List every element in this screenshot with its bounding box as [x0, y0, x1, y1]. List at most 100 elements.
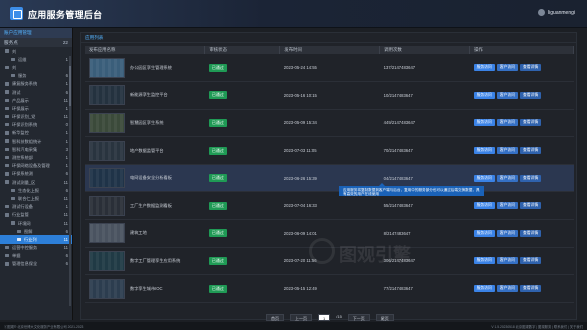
- view-details-button[interactable]: 查看详情: [519, 174, 542, 182]
- sidebar-item[interactable]: 管理信息保全 6: [0, 260, 72, 268]
- view-details-button[interactable]: 查看详情: [519, 147, 542, 155]
- current-page[interactable]: 1: [318, 314, 331, 321]
- view-details-button[interactable]: 查看详情: [519, 257, 542, 265]
- column-header[interactable]: 审核状态: [204, 46, 281, 54]
- sidebar-item[interactable]: 行业监管 11: [0, 211, 72, 219]
- sidebar-item[interactable]: 智科技数组统计 1: [0, 137, 72, 145]
- sidebar-item[interactable]: 刘: [0, 63, 72, 71]
- sidebar-item[interactable]: 服务 6: [0, 72, 72, 80]
- column-header[interactable]: 调用次数: [379, 46, 471, 54]
- column-header[interactable]: 发布时间: [279, 46, 381, 54]
- sidebar-item[interactable]: 行业列 11: [0, 235, 72, 244]
- app-name[interactable]: 智慧园区孪生系统: [130, 120, 164, 125]
- app-name[interactable]: 电网设备安全分析看板: [130, 175, 172, 180]
- table-row[interactable]: 办公园区孪生管理系统 已通过 2023-05-24 14:55 137/2147483…: [85, 54, 574, 82]
- table-row[interactable]: 电网设备安全分析看板 已通过 2023-06-26 15:39 04/21474836…: [85, 164, 574, 192]
- app-name[interactable]: 新能源孪生监控平台: [130, 93, 168, 98]
- sidebar-item[interactable]: 智科汽电采集 3: [0, 145, 72, 153]
- table-row[interactable]: 智慧园区孪生系统 已通过 2023-05-09 15:34 449/214748364…: [85, 109, 574, 137]
- service-access-button[interactable]: 服务访问: [473, 174, 495, 182]
- prev-page-button[interactable]: 上一页: [290, 314, 312, 321]
- app-thumbnail[interactable]: [89, 278, 125, 299]
- app-title: 应用服务管理后台: [28, 10, 103, 20]
- sidebar-item-count: 11: [63, 97, 68, 103]
- service-access-button[interactable]: 服务访问: [473, 91, 495, 99]
- sidebar-item[interactable]: 单据 6: [0, 252, 72, 260]
- first-page-button[interactable]: 首页: [266, 314, 284, 321]
- sidebar-item[interactable]: 环境网 11: [0, 219, 72, 227]
- table-row[interactable]: 数字孪生城市IOC 已通过 2023-05-15 12:49 77/214748364…: [85, 275, 574, 303]
- service-access-button[interactable]: 服务访问: [473, 147, 495, 155]
- client-access-button[interactable]: 客户访问: [496, 119, 518, 127]
- app-thumbnail[interactable]: [89, 195, 125, 216]
- app-thumbnail[interactable]: [89, 250, 125, 271]
- table-row[interactable]: 地产数据监管平台 已通过 2023-07-03 11:05 70/2147483647…: [85, 137, 574, 165]
- app-name[interactable]: 办公园区孪生管理系统: [130, 65, 172, 70]
- service-access-button[interactable]: 服务访问: [473, 285, 495, 293]
- sidebar-item[interactable]: 测试行设备 1: [0, 203, 72, 211]
- client-access-button[interactable]: 客户访问: [496, 285, 518, 293]
- client-access-button[interactable]: 客户访问: [496, 229, 518, 237]
- view-details-button[interactable]: 查看详情: [519, 229, 542, 237]
- sidebar-scrollbar[interactable]: [69, 56, 71, 306]
- app-name[interactable]: 数字孪生城市IOC: [130, 286, 163, 291]
- view-details-button[interactable]: 查看详情: [519, 202, 542, 210]
- app-thumbnail[interactable]: [89, 140, 125, 161]
- client-access-button[interactable]: 客户访问: [496, 64, 518, 72]
- service-access-button[interactable]: 服务访问: [473, 229, 495, 237]
- sidebar-item[interactable]: 测控系统部 1: [0, 153, 72, 161]
- app-thumbnail[interactable]: [89, 223, 125, 244]
- app-thumbnail[interactable]: [89, 85, 125, 106]
- app-name[interactable]: 数字工厂管理孪生应用系统: [130, 258, 180, 263]
- table-row[interactable]: 新能源孪生监控平台 已通过 2023-05-16 10:15 10/214748364…: [85, 82, 574, 110]
- sidebar-item[interactable]: 测试测量_区 11: [0, 178, 72, 186]
- client-access-button[interactable]: 客户访问: [496, 257, 518, 265]
- sidebar-item-count: 6: [65, 228, 68, 234]
- sidebar-item[interactable]: 联合仁上报 11: [0, 194, 72, 202]
- view-details-button[interactable]: 查看详情: [519, 119, 542, 127]
- app-name[interactable]: 工厂生产数据监测看板: [130, 203, 172, 208]
- sidebar-item[interactable]: 刘: [0, 47, 72, 55]
- app-thumbnail[interactable]: [89, 57, 125, 78]
- client-access-button[interactable]: 客户访问: [496, 174, 518, 182]
- table-row[interactable]: 工厂生产数据监测看板 已通过 2023-07-04 16:33 55/21474836…: [85, 192, 574, 220]
- service-access-button[interactable]: 服务访问: [473, 257, 495, 265]
- client-access-button[interactable]: 客户访问: [496, 147, 518, 155]
- sidebar-item[interactable]: 生态化上报 6: [0, 186, 72, 194]
- sidebar-item[interactable]: 测试 6: [0, 88, 72, 96]
- sidebar-item[interactable]: 新华监控 1: [0, 129, 72, 137]
- sidebar-item[interactable]: 运营中控服务 11: [0, 244, 72, 252]
- app-thumbnail[interactable]: [89, 112, 125, 133]
- sidebar-item-count: 11: [63, 195, 68, 201]
- client-access-button[interactable]: 客户访问: [496, 91, 518, 99]
- view-details-button[interactable]: 查看详情: [519, 285, 542, 293]
- column-header[interactable]: 操作: [469, 46, 574, 54]
- sidebar-item-count: 6: [65, 73, 68, 79]
- sidebar-item[interactable]: 环保网络设备及管理 1: [0, 162, 72, 170]
- app-name[interactable]: 地产数据监管平台: [130, 148, 164, 153]
- user-menu[interactable]: liguanmengi: [538, 9, 575, 16]
- service-access-button[interactable]: 服务访问: [473, 64, 495, 72]
- sidebar-item[interactable]: 环保展示 1: [0, 104, 72, 112]
- sidebar-item[interactable]: 环保识别系统 0: [0, 121, 72, 129]
- sidebar-item[interactable]: 环保识别_党 11: [0, 113, 72, 121]
- service-access-button[interactable]: 服务访问: [473, 119, 495, 127]
- sidebar-item[interactable]: 康复服务系统 1: [0, 80, 72, 88]
- view-details-button[interactable]: 查看详情: [519, 64, 542, 72]
- service-access-button[interactable]: 服务访问: [473, 202, 495, 210]
- last-page-button[interactable]: 尾页: [375, 314, 394, 321]
- folder-icon: [17, 229, 21, 233]
- sidebar-item[interactable]: 图解 6: [0, 227, 72, 235]
- sidebar-item[interactable]: 产品展示 11: [0, 96, 72, 104]
- sidebar-item-count: 11: [63, 114, 68, 120]
- app-name[interactable]: 建筑工地: [130, 230, 147, 235]
- view-details-button[interactable]: 查看详情: [519, 91, 542, 99]
- app-thumbnail[interactable]: [89, 168, 125, 189]
- sidebar-item[interactable]: 环保系统测 6: [0, 170, 72, 178]
- folder-icon: [11, 221, 15, 225]
- sidebar-item[interactable]: 运维 1: [0, 55, 72, 63]
- column-header[interactable]: 发布应用名称: [85, 46, 206, 54]
- sidebar-item-label: 单据: [12, 253, 21, 259]
- next-page-button[interactable]: 下一页: [347, 314, 370, 321]
- client-access-button[interactable]: 客户访问: [496, 202, 518, 210]
